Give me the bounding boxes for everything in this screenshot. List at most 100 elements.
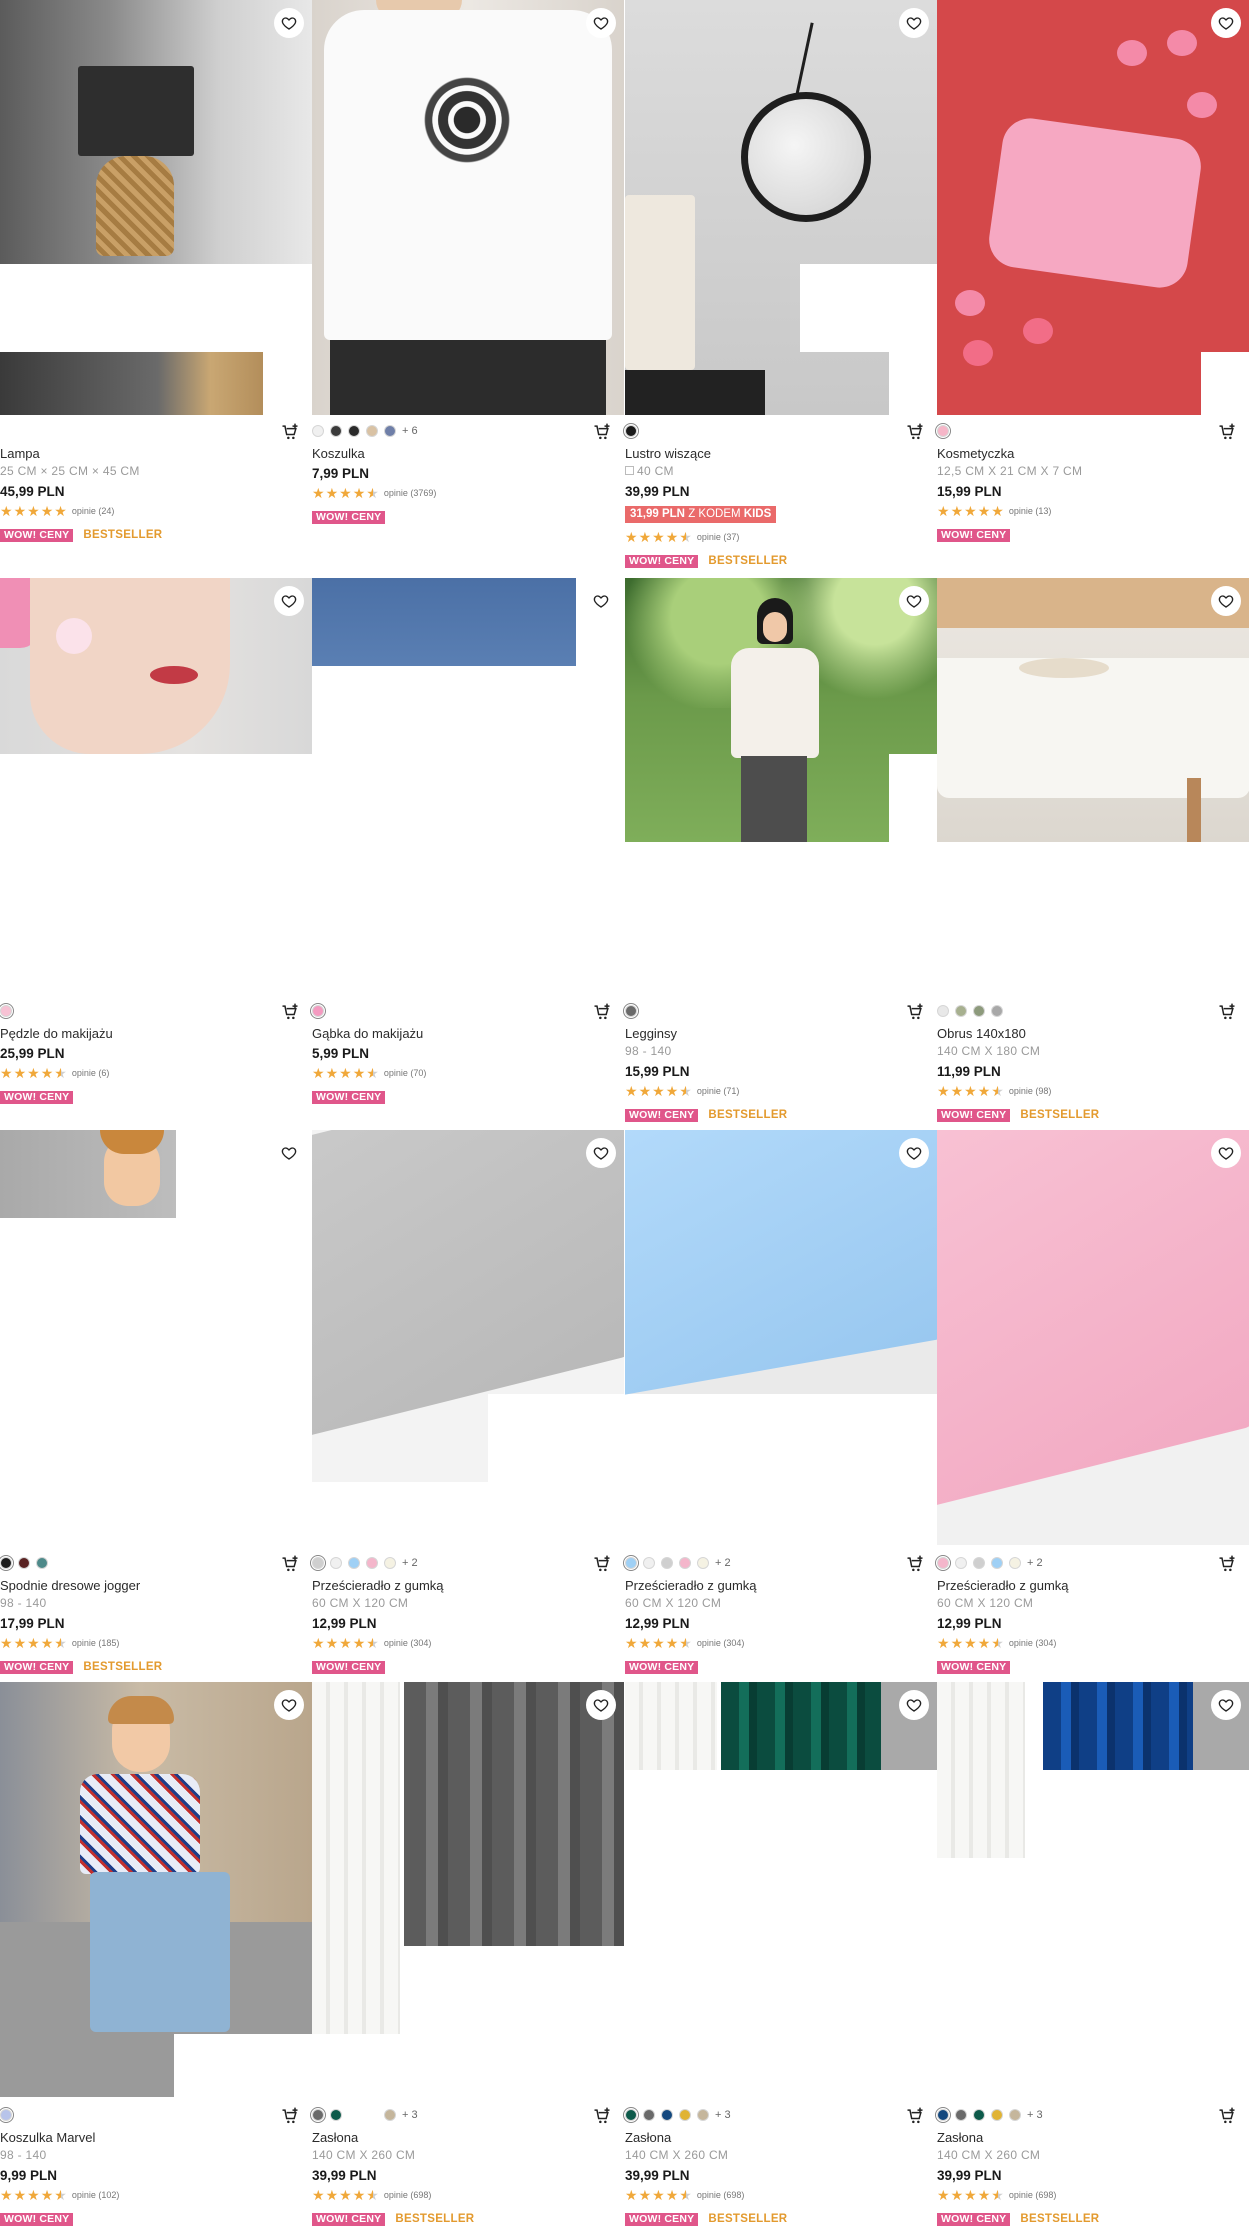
product-image-marvel-tshirt[interactable] xyxy=(0,1682,312,2097)
color-swatch[interactable] xyxy=(0,2107,14,2123)
color-swatch[interactable] xyxy=(1009,2109,1021,2121)
favorite-button[interactable] xyxy=(274,1138,304,1168)
favorite-button[interactable] xyxy=(1211,8,1241,38)
color-swatch[interactable] xyxy=(973,2109,985,2121)
favorite-button[interactable] xyxy=(274,586,304,616)
product-name[interactable]: Spodnie dresowe jogger xyxy=(0,1578,140,1593)
add-to-cart-button[interactable] xyxy=(280,1002,300,1022)
review-count[interactable]: opinie (71) xyxy=(697,1086,740,1096)
product-image-leggings[interactable] xyxy=(625,578,937,993)
color-swatch[interactable] xyxy=(679,1557,691,1569)
color-swatch[interactable] xyxy=(36,1557,48,1569)
color-swatch[interactable] xyxy=(366,1557,378,1569)
product-image-joggers[interactable] xyxy=(0,1130,312,1545)
favorite-button[interactable] xyxy=(1211,1690,1241,1720)
product-name[interactable]: Prześcieradło z gumką xyxy=(312,1578,444,1593)
product-name[interactable]: Lustro wiszące xyxy=(625,446,711,461)
color-swatch[interactable] xyxy=(935,423,951,439)
product-name[interactable]: Pędzle do makijażu xyxy=(0,1026,113,1041)
add-to-cart-button[interactable] xyxy=(592,2106,612,2126)
color-swatch[interactable] xyxy=(1009,1557,1021,1569)
color-swatch[interactable] xyxy=(697,1557,709,1569)
more-colors-count[interactable]: + 2 xyxy=(402,1557,418,1569)
color-swatch[interactable] xyxy=(661,2109,673,2121)
product-image-makeup-brush[interactable] xyxy=(0,578,312,993)
add-to-cart-button[interactable] xyxy=(1217,422,1237,442)
product-name[interactable]: Koszulka xyxy=(312,446,365,461)
color-swatch[interactable] xyxy=(348,1557,360,1569)
review-count[interactable]: opinie (24) xyxy=(72,506,115,516)
color-swatches[interactable]: + 3 xyxy=(935,2107,1043,2123)
product-name[interactable]: Lampa xyxy=(0,446,40,461)
color-swatch[interactable] xyxy=(623,2107,639,2123)
color-swatch[interactable] xyxy=(0,1555,14,1571)
color-swatches[interactable]: + 2 xyxy=(310,1555,418,1571)
color-swatch[interactable] xyxy=(991,1557,1003,1569)
add-to-cart-button[interactable] xyxy=(1217,2106,1237,2126)
product-image-curtain-green[interactable] xyxy=(625,1682,937,2097)
favorite-button[interactable] xyxy=(1211,1138,1241,1168)
color-swatch[interactable] xyxy=(330,425,342,437)
favorite-button[interactable] xyxy=(586,1138,616,1168)
favorite-button[interactable] xyxy=(899,586,929,616)
review-count[interactable]: opinie (37) xyxy=(697,532,740,542)
color-swatches[interactable]: + 3 xyxy=(623,2107,731,2123)
color-swatches[interactable] xyxy=(0,2107,14,2123)
add-to-cart-button[interactable] xyxy=(280,2106,300,2126)
more-colors-count[interactable]: + 2 xyxy=(715,1557,731,1569)
color-swatch[interactable] xyxy=(384,425,396,437)
add-to-cart-button[interactable] xyxy=(905,1002,925,1022)
color-swatch[interactable] xyxy=(330,1557,342,1569)
color-swatch[interactable] xyxy=(366,2109,378,2121)
color-swatches[interactable] xyxy=(623,1003,639,1019)
add-to-cart-button[interactable] xyxy=(280,422,300,442)
product-name[interactable]: Prześcieradło z gumką xyxy=(937,1578,1069,1593)
color-swatch[interactable] xyxy=(384,1557,396,1569)
color-swatches[interactable] xyxy=(623,423,639,439)
review-count[interactable]: opinie (98) xyxy=(1009,1086,1052,1096)
color-swatch[interactable] xyxy=(366,425,378,437)
color-swatch[interactable] xyxy=(623,423,639,439)
review-count[interactable]: opinie (13) xyxy=(1009,506,1052,516)
add-to-cart-button[interactable] xyxy=(905,1554,925,1574)
color-swatches[interactable] xyxy=(0,1555,48,1571)
color-swatch[interactable] xyxy=(935,1555,951,1571)
favorite-button[interactable] xyxy=(274,8,304,38)
color-swatch[interactable] xyxy=(310,1555,326,1571)
add-to-cart-button[interactable] xyxy=(592,1554,612,1574)
color-swatch[interactable] xyxy=(991,1005,1003,1017)
product-name[interactable]: Obrus 140x180 xyxy=(937,1026,1026,1041)
product-name[interactable]: Prześcieradło z gumką xyxy=(625,1578,757,1593)
color-swatches[interactable] xyxy=(0,1003,14,1019)
product-image-tshirt[interactable] xyxy=(312,0,624,415)
color-swatch[interactable] xyxy=(643,2109,655,2121)
favorite-button[interactable] xyxy=(899,1690,929,1720)
favorite-button[interactable] xyxy=(899,1138,929,1168)
more-colors-count[interactable]: + 3 xyxy=(1027,2109,1043,2121)
product-image-mirror[interactable] xyxy=(625,0,937,415)
favorite-button[interactable] xyxy=(274,1690,304,1720)
product-name[interactable]: Koszulka Marvel xyxy=(0,2130,95,2145)
product-image-fitted-sheet-grey[interactable] xyxy=(312,1130,624,1545)
color-swatches[interactable] xyxy=(935,423,951,439)
color-swatch[interactable] xyxy=(330,2109,342,2121)
color-swatch[interactable] xyxy=(0,1003,14,1019)
color-swatches[interactable]: + 2 xyxy=(935,1555,1043,1571)
color-swatch[interactable] xyxy=(312,425,324,437)
color-swatches[interactable] xyxy=(937,1004,1003,1018)
review-count[interactable]: opinie (102) xyxy=(72,2190,120,2200)
product-image-fitted-sheet-blue[interactable] xyxy=(625,1130,937,1545)
product-name[interactable]: Zasłona xyxy=(625,2130,671,2145)
product-name[interactable]: Kosmetyczka xyxy=(937,446,1014,461)
color-swatch[interactable] xyxy=(384,2109,396,2121)
product-image-lamp[interactable] xyxy=(0,0,312,415)
more-colors-count[interactable]: + 6 xyxy=(402,425,418,437)
add-to-cart-button[interactable] xyxy=(592,422,612,442)
review-count[interactable]: opinie (304) xyxy=(384,1638,432,1648)
product-image-cosmetic-bag[interactable] xyxy=(937,0,1249,415)
color-swatch[interactable] xyxy=(955,2109,967,2121)
color-swatch[interactable] xyxy=(643,1557,655,1569)
review-count[interactable]: opinie (70) xyxy=(384,1068,427,1078)
color-swatch[interactable] xyxy=(348,2109,360,2121)
review-count[interactable]: opinie (698) xyxy=(1009,2190,1057,2200)
